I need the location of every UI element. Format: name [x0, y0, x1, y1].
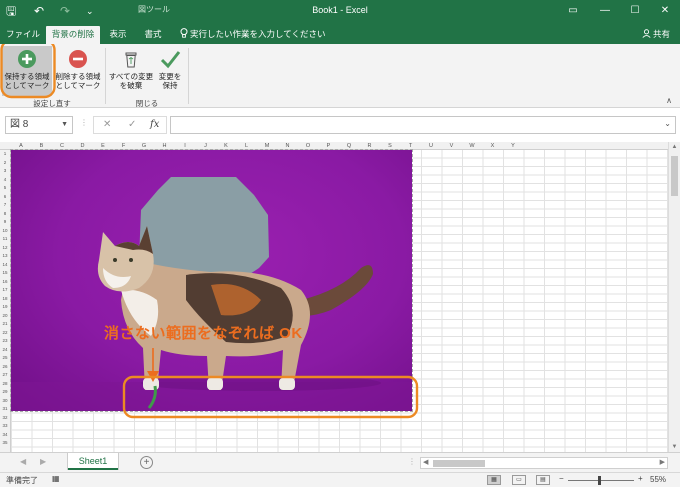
zoom-out-button[interactable]: −: [559, 474, 564, 483]
horizontal-scrollbar[interactable]: ◀ ▶: [420, 457, 668, 469]
zoom-slider[interactable]: [568, 480, 634, 481]
sheet-nav-next-icon[interactable]: ▶: [40, 457, 46, 466]
splitter-icon[interactable]: ⋮: [408, 457, 416, 466]
highlight-region-floor: [122, 375, 419, 419]
zoom-level[interactable]: 55%: [650, 475, 666, 484]
normal-view-icon[interactable]: ▦: [487, 475, 501, 485]
status-ready: 準備完了: [6, 476, 38, 485]
sheet-tab-bar: ◀ ▶ Sheet1 + ⋮ ◀ ▶: [0, 452, 680, 472]
add-sheet-button[interactable]: +: [140, 456, 153, 469]
scroll-left-icon[interactable]: ◀: [423, 458, 428, 466]
page-layout-view-icon[interactable]: ▭: [512, 475, 526, 485]
zoom-in-button[interactable]: +: [638, 474, 643, 483]
status-bar: 準備完了 ▦ ▦ ▭ ▤ − + 55%: [0, 472, 680, 487]
page-break-view-icon[interactable]: ▤: [536, 475, 550, 485]
sheet-nav-prev-icon[interactable]: ◀: [20, 457, 26, 466]
scroll-right-icon[interactable]: ▶: [660, 458, 665, 466]
annotation-overlay: [122, 348, 419, 419]
sheet-tab[interactable]: Sheet1: [68, 453, 118, 470]
scroll-thumb[interactable]: [433, 460, 485, 467]
zoom-slider-thumb[interactable]: [598, 476, 601, 485]
macro-record-icon[interactable]: ▦: [52, 474, 60, 483]
